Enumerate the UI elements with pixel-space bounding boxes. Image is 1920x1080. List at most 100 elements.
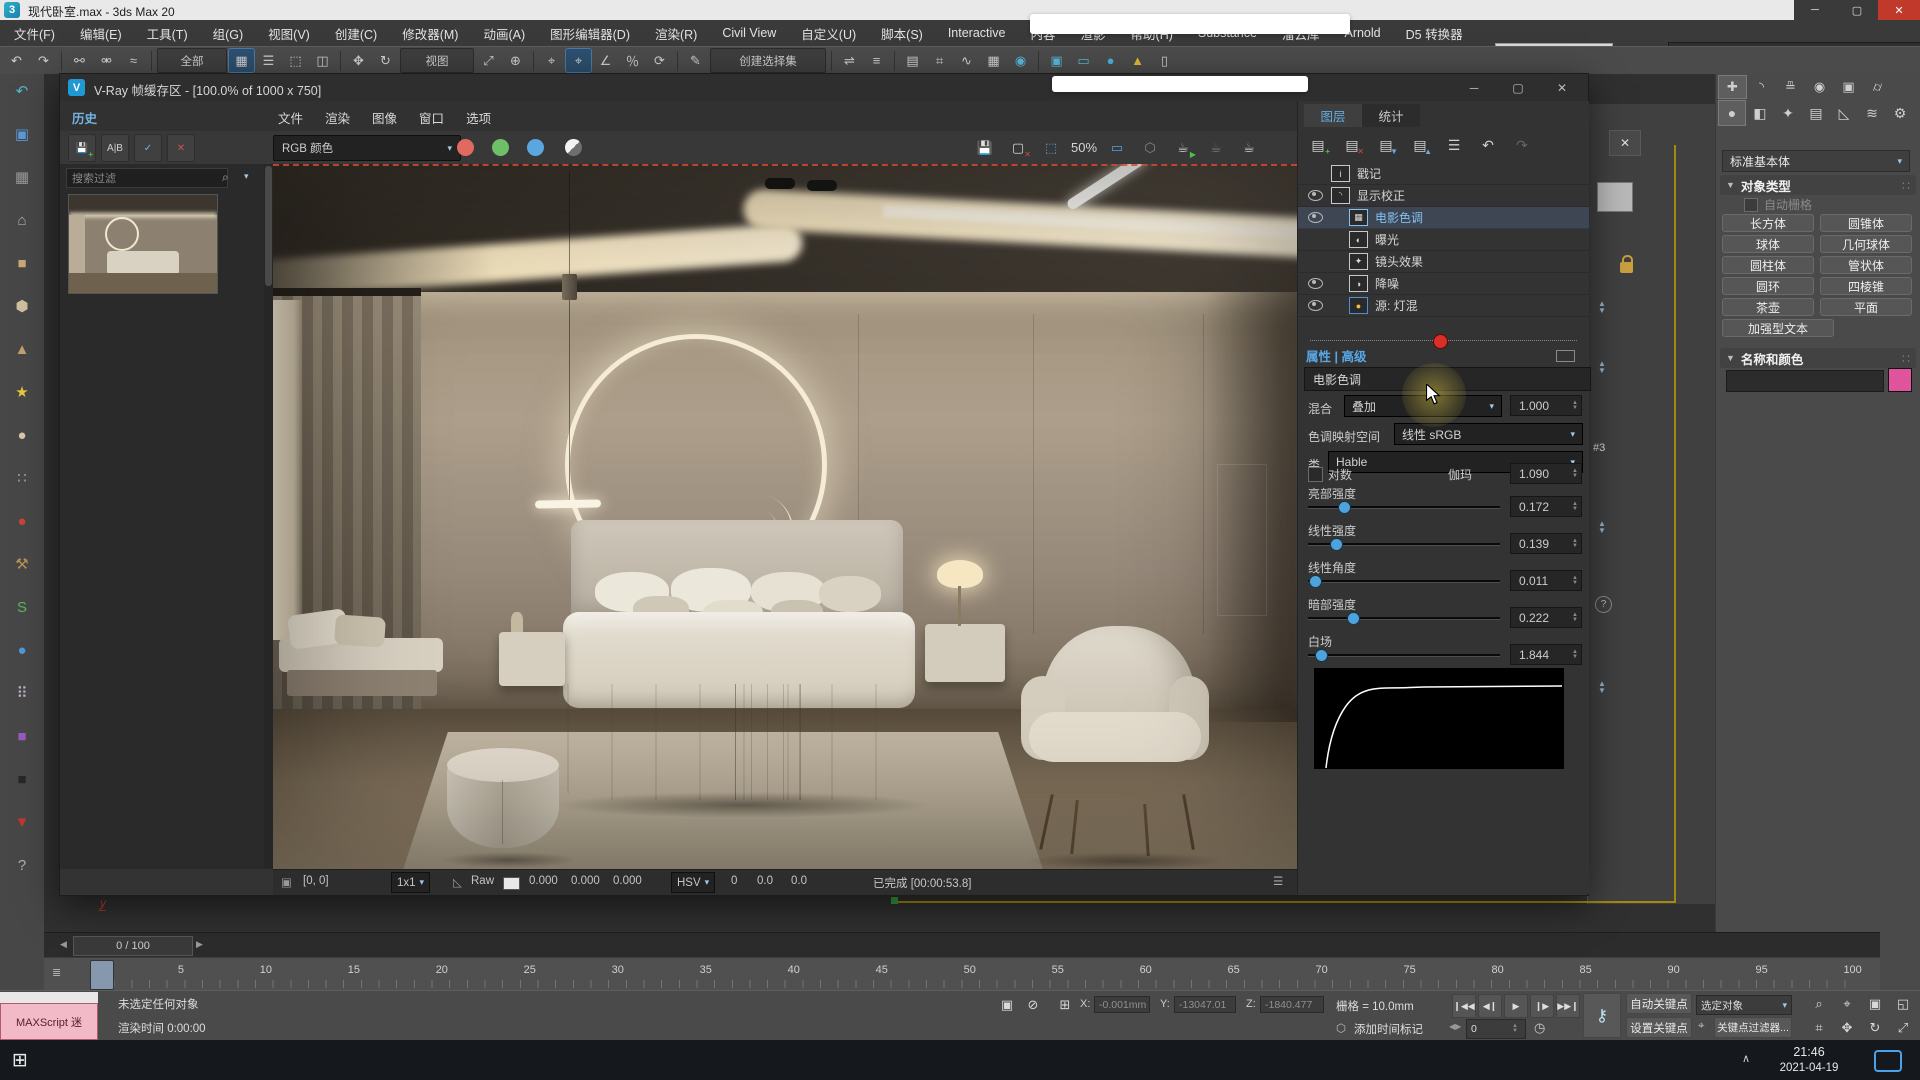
cat-cameras[interactable]: ▤: [1803, 101, 1829, 125]
select-and-move-icon[interactable]: ✥: [346, 49, 371, 72]
tab-motion[interactable]: ◉: [1806, 76, 1833, 98]
isolate-selection-icon[interactable]: ▣: [994, 994, 1020, 1016]
toolbar-icon[interactable]: [340, 51, 341, 71]
warning-icon[interactable]: ▲: [1125, 49, 1150, 72]
rendered-image[interactable]: [273, 164, 1297, 869]
primitive-button[interactable]: 茶壶: [1722, 298, 1814, 316]
rectangular-selection-icon[interactable]: ⬚: [283, 49, 308, 72]
slider-knob[interactable]: [1315, 649, 1328, 662]
named-selection-sets-dropdown[interactable]: 创建选择集: [710, 48, 826, 73]
layers-redo-icon[interactable]: ↷: [1508, 132, 1536, 158]
ribbon-toggle-icon[interactable]: ⌗: [927, 49, 952, 72]
ribbon-purple-icon[interactable]: ■: [9, 723, 35, 749]
red-channel-icon[interactable]: [457, 139, 474, 156]
x-coordinate-field[interactable]: -0.001mm: [1094, 996, 1150, 1013]
menu-item[interactable]: 动画(A): [483, 24, 525, 43]
tonemap-space-dropdown[interactable]: 线性 sRGB▾: [1394, 423, 1583, 445]
action-center-icon[interactable]: [1874, 1050, 1902, 1072]
layer-row[interactable]: ◝ 显示校正: [1298, 185, 1589, 207]
layer-row[interactable]: ◑ 降噪: [1298, 273, 1589, 295]
slider-track[interactable]: [1308, 543, 1500, 546]
ribbon-array-icon[interactable]: ∷: [9, 465, 35, 491]
menu-item[interactable]: 自定义(U): [801, 24, 856, 43]
set-keys-button[interactable]: ⚷: [1583, 993, 1621, 1038]
menu-item[interactable]: D5 转换器: [1406, 24, 1463, 43]
load-layers-icon[interactable]: ▤▲: [1406, 132, 1434, 158]
snaps-3d-icon[interactable]: ⌖: [566, 49, 591, 72]
alpha-channel-icon[interactable]: [565, 139, 582, 156]
y-coordinate-field[interactable]: -13047.01: [1174, 996, 1236, 1013]
layer-row[interactable]: i 戳记: [1298, 163, 1589, 185]
menu-item[interactable]: 修改器(M): [402, 24, 458, 43]
visibility-eye-icon[interactable]: [1308, 190, 1323, 201]
ribbon-flask-icon[interactable]: ▼: [9, 809, 35, 835]
ribbon-sphere-icon[interactable]: ●: [9, 422, 35, 448]
select-and-link-icon[interactable]: ⚯: [67, 49, 92, 72]
next-frame-button[interactable]: ❙▶: [1530, 994, 1554, 1018]
primitive-button[interactable]: 加强型文本: [1722, 319, 1834, 337]
layer-row[interactable]: ● 源: 灯混: [1298, 295, 1589, 317]
tab-display[interactable]: ▣: [1835, 76, 1862, 98]
rendered-frame-window-icon[interactable]: ▭: [1071, 49, 1096, 72]
zoom-50-icon[interactable]: 50%: [1069, 134, 1099, 161]
layer-manager-icon[interactable]: ▤: [900, 49, 925, 72]
add-time-tag[interactable]: 添加时间标记: [1354, 1021, 1423, 1037]
slider-knob[interactable]: [1309, 575, 1322, 588]
mini-curve-editor-button[interactable]: ≣: [52, 966, 61, 979]
panel-detach-icon[interactable]: [1556, 350, 1575, 362]
vfb-minimize-button[interactable]: ─: [1452, 74, 1496, 101]
gamma-field[interactable]: 1.090▲▼: [1510, 463, 1582, 484]
play-button[interactable]: ▶: [1504, 994, 1528, 1018]
redo-icon[interactable]: ↷: [31, 49, 56, 72]
slider-value-field[interactable]: 0.139▲▼: [1510, 533, 1582, 554]
ribbon-sphere-blue-icon[interactable]: ●: [9, 637, 35, 663]
menu-item[interactable]: 文件(F): [14, 24, 55, 43]
vfb-menu-item[interactable]: 文件: [278, 108, 303, 127]
primitive-button[interactable]: 长方体: [1722, 214, 1814, 232]
primitive-button[interactable]: 圆柱体: [1722, 256, 1814, 274]
slider-value-field[interactable]: 0.172▲▼: [1510, 496, 1582, 517]
frame-back-arrow[interactable]: ◀: [60, 939, 67, 950]
slider-value-field[interactable]: 0.011▲▼: [1510, 570, 1582, 591]
vfb-close-button[interactable]: ✕: [1540, 74, 1584, 101]
add-layer-icon[interactable]: ▤+: [1304, 132, 1332, 158]
raw-label[interactable]: Raw: [471, 875, 494, 887]
interactive-render-icon[interactable]: ☕: [1201, 134, 1231, 161]
zoom-region-icon[interactable]: ◱: [1890, 993, 1916, 1015]
vfb-menu-item[interactable]: 渲染: [325, 108, 350, 127]
chevron-down-icon[interactable]: ▾: [244, 171, 249, 182]
frame-range-box[interactable]: 0 / 100: [73, 936, 193, 956]
edit-selection-set-icon[interactable]: ✎: [683, 49, 708, 72]
primitive-button[interactable]: 平面: [1820, 298, 1912, 316]
render-last-icon[interactable]: ☕▶: [1168, 134, 1198, 161]
log-checkbox[interactable]: [1308, 467, 1323, 482]
toolbar-icon[interactable]: [894, 51, 895, 71]
visibility-eye-icon[interactable]: [1308, 300, 1323, 311]
pixel-info-icon[interactable]: ▣: [281, 875, 292, 889]
menu-item[interactable]: 渲染(R): [655, 24, 697, 43]
timeline-ruler[interactable]: ≣ 05101520253035404550556065707580859095…: [44, 957, 1880, 991]
maximize-viewport-icon[interactable]: ⤢: [1890, 1017, 1916, 1039]
slider-knob[interactable]: [1347, 612, 1360, 625]
vfb-menu-item[interactable]: 图像: [372, 108, 397, 127]
cat-geometry[interactable]: ●: [1719, 101, 1745, 125]
toolbar-icon[interactable]: [831, 51, 832, 71]
menu-item[interactable]: 创建(C): [335, 24, 377, 43]
toolbar-icon[interactable]: [533, 51, 534, 71]
percent-snap-icon[interactable]: ％: [620, 49, 645, 72]
app-maximize-button[interactable]: ▢: [1836, 0, 1878, 20]
primitive-button[interactable]: 管状体: [1820, 256, 1912, 274]
app-close-button[interactable]: ✕: [1878, 0, 1920, 20]
select-and-rotate-icon[interactable]: ↻: [373, 49, 398, 72]
region-render-icon[interactable]: ⬚: [1036, 134, 1066, 161]
properties-tabs[interactable]: 属性 | 高级: [1306, 346, 1366, 365]
vfb-titlebar[interactable]: V V-Ray 帧缓存区 - [100.0% of 1000 x 750] ─ …: [60, 74, 1588, 102]
layer-opacity-slider[interactable]: [1310, 340, 1577, 341]
object-type-rollout[interactable]: ▼ 对象类型 ∷: [1720, 175, 1916, 195]
visibility-eye-icon[interactable]: [1308, 278, 1323, 289]
tab-layers[interactable]: 图层: [1304, 104, 1362, 127]
align-icon[interactable]: ≡: [864, 49, 889, 72]
curve-editor-icon[interactable]: ∿: [954, 49, 979, 72]
menu-item[interactable]: 图形编辑器(D): [550, 24, 630, 43]
app-minimize-button[interactable]: ─: [1794, 0, 1836, 20]
